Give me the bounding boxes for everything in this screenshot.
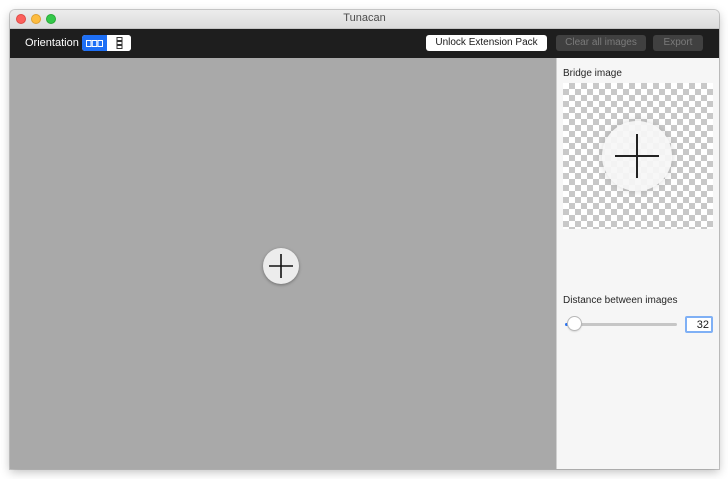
- title-bar: Tunacan: [10, 10, 719, 29]
- add-bridge-image-button[interactable]: [602, 121, 672, 191]
- clear-all-images-button[interactable]: Clear all images: [556, 35, 646, 51]
- export-button[interactable]: Export: [653, 35, 703, 51]
- orientation-vertical-button[interactable]: [107, 35, 131, 51]
- orientation-horizontal-button[interactable]: [82, 35, 107, 51]
- window-title: Tunacan: [343, 12, 386, 24]
- distance-slider-track[interactable]: [565, 323, 677, 326]
- bridge-image-well[interactable]: [563, 83, 713, 229]
- toolbar: Orientation Unlock Extension Pack Clear …: [10, 29, 719, 58]
- add-image-button[interactable]: [263, 248, 299, 284]
- vertical-layout-icon: [116, 37, 122, 49]
- distance-slider-thumb[interactable]: [568, 317, 581, 330]
- plus-icon: [615, 134, 659, 178]
- distance-label: Distance between images: [563, 295, 678, 306]
- horizontal-layout-icon: [86, 39, 103, 47]
- image-canvas: [10, 58, 556, 469]
- orientation-segmented-control: [82, 35, 131, 51]
- orientation-label: Orientation: [25, 37, 79, 49]
- settings-sidebar: Bridge image Distance between images: [556, 58, 719, 469]
- app-window: Tunacan Orientation Unlock Extension Pac…: [10, 10, 719, 469]
- bridge-image-label: Bridge image: [563, 68, 622, 79]
- unlock-extension-pack-button[interactable]: Unlock Extension Pack: [426, 35, 547, 51]
- distance-input[interactable]: [685, 316, 713, 333]
- plus-icon: [269, 254, 293, 278]
